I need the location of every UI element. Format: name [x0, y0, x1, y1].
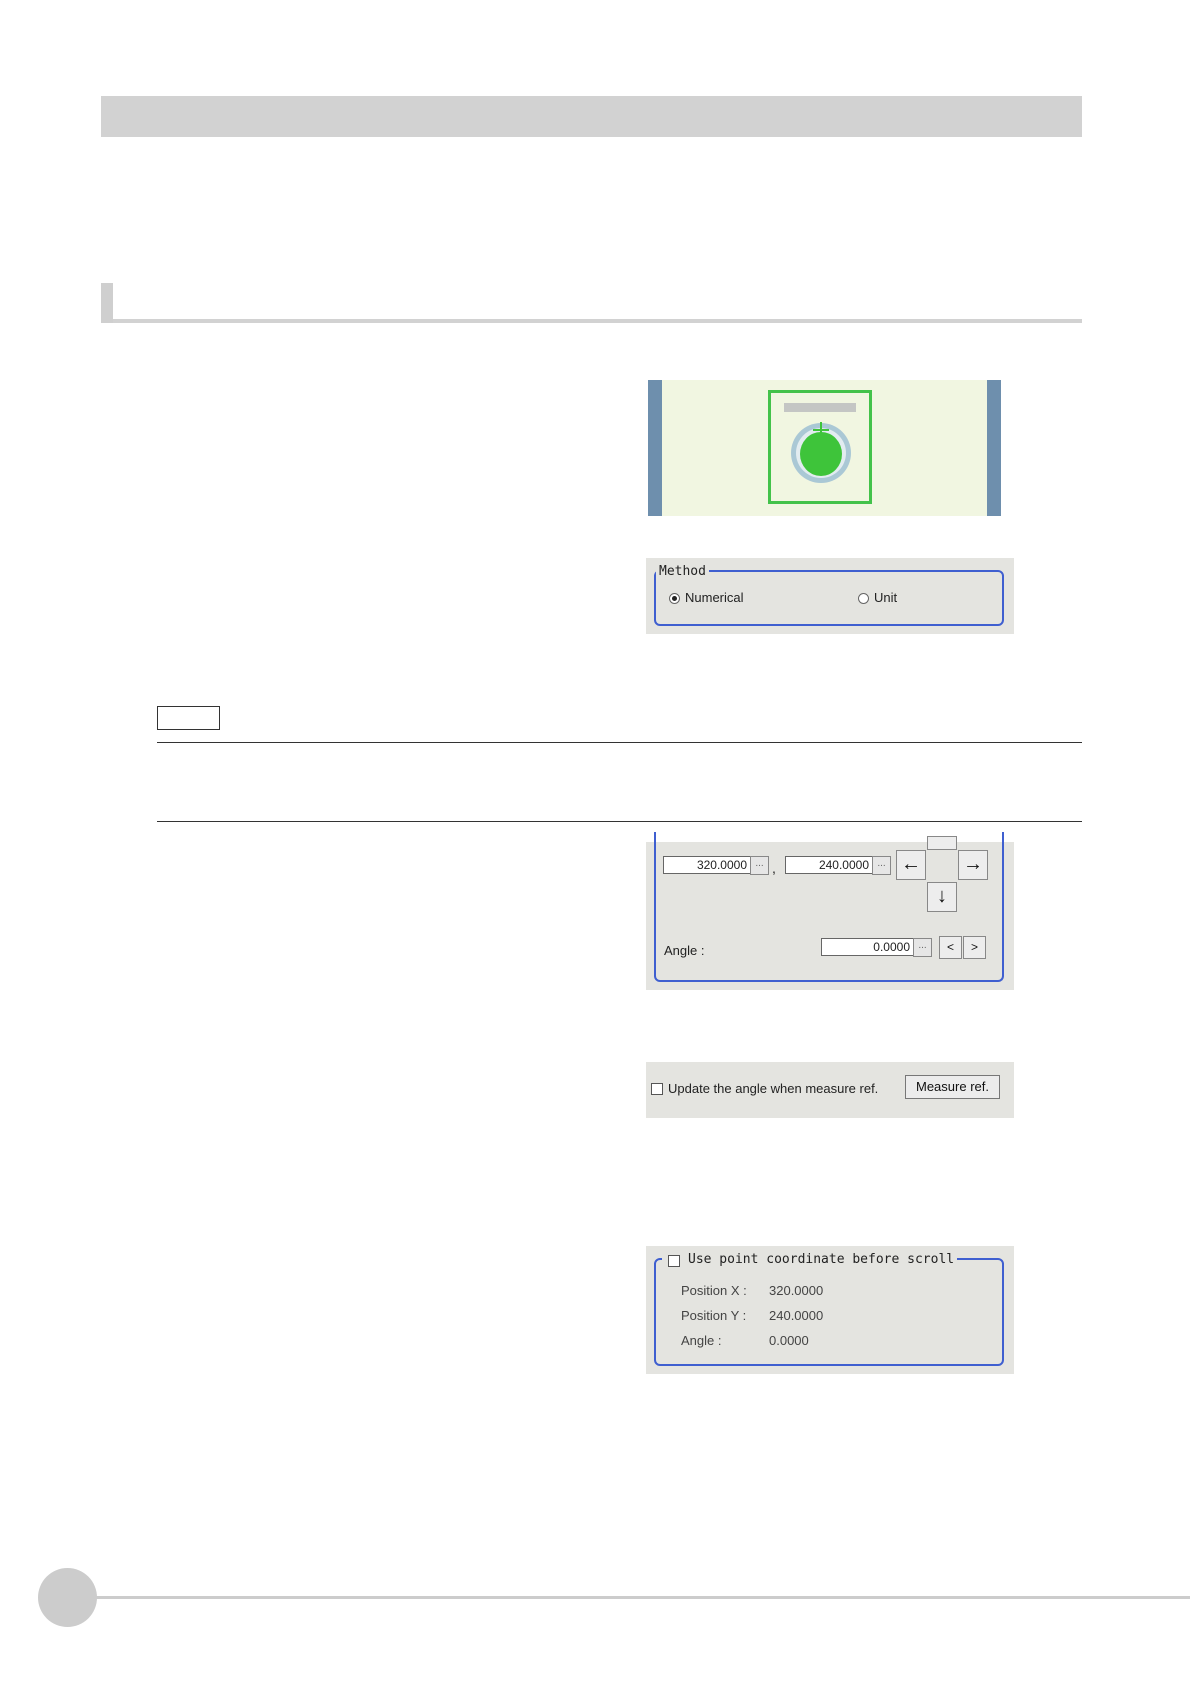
- move-left-button[interactable]: ←: [896, 850, 926, 880]
- position-x-label: Position X :: [681, 1283, 747, 1298]
- move-right-button[interactable]: →: [958, 850, 988, 880]
- scrollbar-left[interactable]: [648, 380, 662, 516]
- position-y-ellipsis-button[interactable]: ...: [872, 856, 891, 875]
- use-point-before-scroll-checkbox[interactable]: [668, 1255, 680, 1267]
- scroll-coordinate-legend[interactable]: Use point coordinate before scroll: [685, 1252, 958, 1267]
- target-circle: [800, 432, 842, 476]
- section-heading-bar: [101, 283, 1082, 323]
- position-panel: 320.0000 ... , 240.0000 ... ← → ↓ Angle …: [646, 832, 1014, 990]
- chapter-title-band: [101, 96, 1082, 137]
- position-y-input[interactable]: 240.0000: [785, 856, 873, 874]
- image-window[interactable]: [648, 380, 1001, 516]
- position-x-ellipsis-button[interactable]: ...: [750, 856, 769, 875]
- angle-input[interactable]: 0.0000: [821, 938, 914, 956]
- method-panel: Method Numerical Unit: [646, 558, 1014, 634]
- note-label-box: [157, 706, 220, 730]
- section-heading-marker: [101, 283, 113, 323]
- move-down-button[interactable]: ↓: [927, 882, 957, 912]
- angle-readout-label: Angle :: [681, 1333, 722, 1348]
- update-angle-checkbox-label[interactable]: Update the angle when measure ref.: [668, 1081, 878, 1096]
- angle-ellipsis-button[interactable]: ...: [913, 938, 932, 957]
- measure-ref-button[interactable]: Measure ref.: [905, 1075, 1000, 1099]
- note-top-rule: [157, 742, 1082, 743]
- region-label-bar: [784, 403, 856, 412]
- update-angle-checkbox[interactable]: [651, 1083, 663, 1095]
- position-x-value: 320.0000: [769, 1283, 824, 1298]
- numerical-radio-label[interactable]: Numerical: [685, 590, 744, 605]
- position-y-label: Position Y :: [681, 1308, 747, 1323]
- page-number-circle: [38, 1568, 97, 1627]
- scroll-coordinate-panel: Use point coordinate before scroll Posit…: [646, 1246, 1014, 1374]
- crosshair-icon-vertical: [820, 422, 822, 438]
- scrollbar-right[interactable]: [987, 380, 1001, 516]
- measure-ref-panel: Update the angle when measure ref. Measu…: [646, 1062, 1014, 1118]
- angle-label: Angle :: [664, 943, 705, 958]
- note-bottom-rule: [157, 821, 1082, 822]
- angle-decrease-button[interactable]: <: [939, 936, 962, 959]
- unit-radio[interactable]: [858, 593, 869, 604]
- numerical-radio[interactable]: [669, 593, 680, 604]
- move-up-button[interactable]: [927, 836, 957, 850]
- position-y-value: 240.0000: [769, 1308, 824, 1323]
- method-legend: Method: [656, 564, 709, 579]
- section-heading-rule: [113, 319, 1082, 323]
- angle-increase-button[interactable]: >: [963, 936, 986, 959]
- coordinate-separator: ,: [772, 860, 776, 876]
- position-x-input[interactable]: 320.0000: [663, 856, 751, 874]
- angle-readout-value: 0.0000: [769, 1333, 809, 1348]
- unit-radio-label[interactable]: Unit: [874, 590, 897, 605]
- footer-rule: [95, 1596, 1190, 1599]
